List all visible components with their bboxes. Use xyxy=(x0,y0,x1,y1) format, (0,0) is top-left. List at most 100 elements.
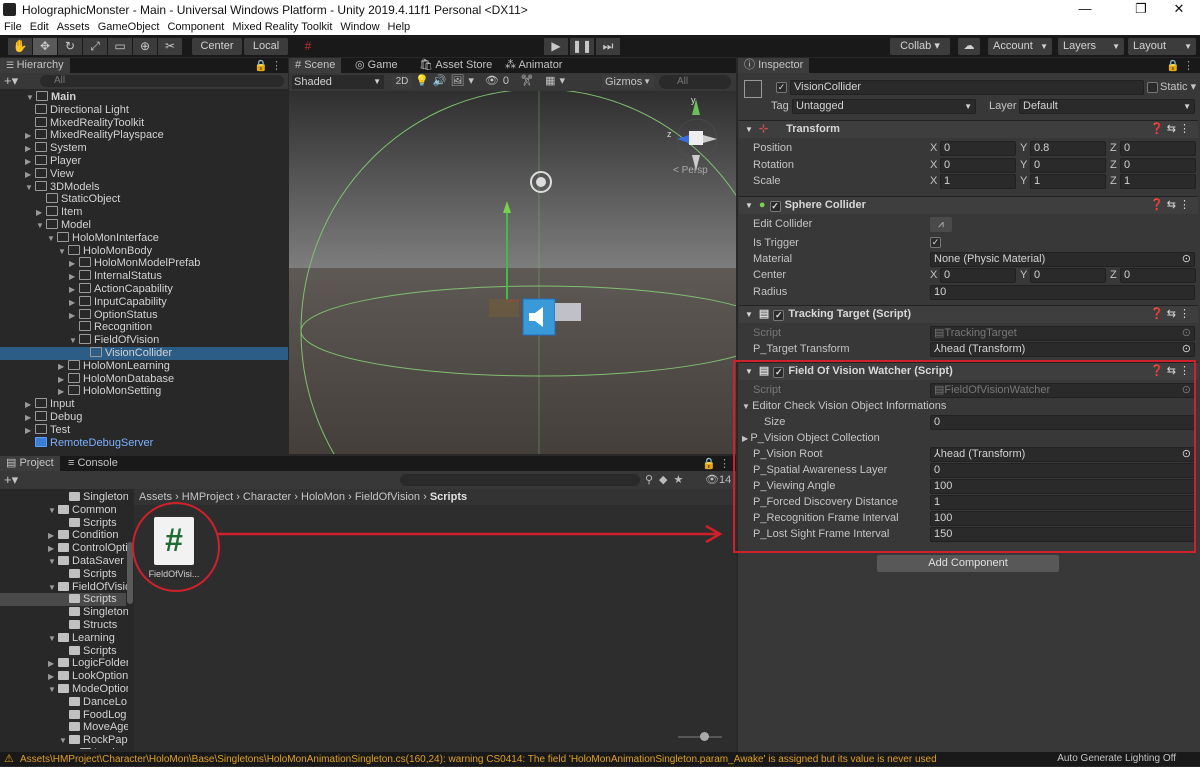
menu-window[interactable]: Window xyxy=(336,19,383,33)
hierarchy-item[interactable]: ▶ View xyxy=(0,167,288,181)
hierarchy-item[interactable]: ▶ Player xyxy=(0,155,288,168)
hierarchy-item[interactable]: ▶ OptionStatus xyxy=(0,308,288,322)
center-z-field[interactable]: 0 xyxy=(1120,268,1196,283)
hierarchy-item[interactable]: ▶ HoloMonModelPrefab xyxy=(0,257,288,270)
chevron-down-icon[interactable]: ▼ xyxy=(58,245,68,258)
menu-file[interactable]: File xyxy=(0,19,26,33)
crumb-holomon[interactable]: HoloMon xyxy=(301,491,345,503)
hierarchy-item[interactable]: ▶ System xyxy=(0,142,288,155)
chevron-right-icon[interactable]: ▶ xyxy=(69,296,79,309)
rotate-tool-icon[interactable]: ↻ xyxy=(58,38,82,55)
folder-item[interactable]: ▶ LogicFolder xyxy=(0,657,128,670)
warning-message[interactable]: Assets\HMProject\Character\HoloMon\Base\… xyxy=(17,754,937,765)
slider-thumb[interactable] xyxy=(700,732,709,741)
object-picker-icon[interactable]: ⊙ xyxy=(1182,343,1191,356)
folder-item[interactable]: MoveAge xyxy=(0,721,128,734)
scale-x-field[interactable]: 1 xyxy=(940,174,1016,189)
hierarchy-item[interactable]: ▼ Model xyxy=(0,219,288,232)
chevron-right-icon[interactable]: ▶ xyxy=(25,398,35,411)
chevron-right-icon[interactable]: ▶ xyxy=(25,411,35,424)
tab-scene[interactable]: # Scene xyxy=(289,58,342,73)
target-transform-field[interactable]: ⅄head (Transform) ⊙ xyxy=(930,342,1195,357)
folder-item[interactable]: ▶ Condition xyxy=(0,529,126,542)
chevron-icon[interactable]: ▶ xyxy=(48,542,58,555)
hierarchy-item[interactable]: ▶ ActionCapability xyxy=(0,283,288,296)
hierarchy-item[interactable]: ▶ MixedRealityPlayspace xyxy=(0,129,288,142)
chevron-right-icon[interactable]: ▶ xyxy=(69,270,79,283)
hierarchy-item[interactable]: ▼ HoloMonBody xyxy=(0,244,288,258)
folder-item[interactable]: ▶ ControlOpti xyxy=(0,542,128,555)
scale-y-field[interactable]: 1 xyxy=(1030,174,1106,189)
chevron-right-icon[interactable]: ▶ xyxy=(25,129,35,142)
hierarchy-search-input[interactable]: All xyxy=(40,75,284,87)
pivot-center-button[interactable]: Center xyxy=(192,38,242,55)
tab-hierarchy[interactable]: ☰ Hierarchy xyxy=(0,58,70,73)
kebab-menu-icon[interactable]: 🔒 ⋮ xyxy=(702,457,730,470)
folder-item[interactable]: ▼ FieldOfVisio xyxy=(0,581,128,594)
hierarchy-item[interactable]: Recognition xyxy=(0,321,288,334)
folder-item[interactable]: Scripts xyxy=(0,593,126,607)
chevron-down-icon[interactable]: ▼ xyxy=(36,219,46,232)
folder-item[interactable]: ▶ LookOption xyxy=(0,670,128,683)
sphere-collider-header[interactable]: ▼ ● ✓ Sphere Collider ❓ ⇆ ⋮ xyxy=(739,196,1198,214)
hierarchy-item[interactable]: RemoteDebugServer xyxy=(0,436,288,450)
hierarchy-item[interactable]: VisionCollider xyxy=(0,347,288,360)
hand-tool-icon[interactable]: ✋ xyxy=(8,38,32,55)
tracking-enabled-checkbox[interactable]: ✓ xyxy=(773,310,785,321)
crumb-fieldofvision[interactable]: FieldOfVision xyxy=(355,491,420,503)
scene-view-toggles[interactable]: 💡🔊🖼▾ 👁0 ✂ ▦▾ xyxy=(415,74,569,87)
position-z-field[interactable]: 0 xyxy=(1120,141,1196,156)
center-y-field[interactable]: 0 xyxy=(1030,268,1106,283)
filter-icons[interactable]: ⚲◆★ xyxy=(645,473,689,486)
folder-item[interactable]: ▼ DataSaver xyxy=(0,555,126,568)
account-dropdown[interactable]: Account ▼ xyxy=(988,38,1052,55)
play-button-icon[interactable]: ▶ xyxy=(544,38,568,55)
folder-item[interactable]: FoodLog xyxy=(0,709,126,722)
kebab-menu-icon[interactable]: 🔒 ⋮ xyxy=(254,59,282,72)
chevron-right-icon[interactable]: ▶ xyxy=(25,168,35,181)
position-x-field[interactable]: 0 xyxy=(940,141,1016,156)
toggle-2d-button[interactable]: 2D xyxy=(392,75,412,89)
folder-item[interactable]: ▼ Common xyxy=(0,504,126,517)
menu-help[interactable]: Help xyxy=(384,19,415,33)
snap-grid-icon[interactable]: # xyxy=(296,38,320,55)
rotation-y-field[interactable]: 0 xyxy=(1030,158,1106,173)
add-icon[interactable]: +▾ xyxy=(4,73,18,89)
scale-z-field[interactable]: 1 xyxy=(1120,174,1196,189)
chevron-right-icon[interactable]: ▶ xyxy=(58,385,68,398)
hierarchy-item[interactable]: ▶ HoloMonDatabase xyxy=(0,372,288,386)
tab-animator[interactable]: ⁂ Animator xyxy=(499,58,568,73)
tab-project[interactable]: ▤ Project xyxy=(0,456,60,471)
layer-dropdown[interactable]: Default ▼ xyxy=(1019,99,1195,114)
tab-console[interactable]: ≡ Console xyxy=(62,456,124,471)
folder-item[interactable]: ▼ RockPap xyxy=(0,734,128,747)
hierarchy-item[interactable]: MixedRealityToolkit xyxy=(0,116,288,130)
chevron-icon[interactable]: ▶ xyxy=(48,657,58,670)
layers-dropdown[interactable]: Layers ▼ xyxy=(1058,38,1124,55)
kebab-menu-icon[interactable]: 🔒 ⋮ xyxy=(1166,59,1194,72)
hierarchy-item[interactable]: ▼ Main xyxy=(0,91,288,104)
scene-search-input[interactable]: All xyxy=(659,75,731,89)
chevron-right-icon[interactable]: ▶ xyxy=(69,309,79,322)
chevron-icon[interactable]: ▶ xyxy=(48,529,58,542)
chevron-down-icon[interactable]: ▼ xyxy=(69,334,79,347)
hierarchy-item[interactable]: ▼ HoloMonInterface xyxy=(0,231,288,245)
crumb-hmproject[interactable]: HMProject xyxy=(182,491,233,503)
object-name-field[interactable]: VisionCollider xyxy=(790,80,1144,95)
hierarchy-item[interactable]: ▶ HoloMonSetting xyxy=(0,385,288,398)
chevron-right-icon[interactable]: ▶ xyxy=(25,424,35,437)
rotation-x-field[interactable]: 0 xyxy=(940,158,1016,173)
chevron-right-icon[interactable]: ▶ xyxy=(58,360,68,373)
folder-item[interactable]: Scripts xyxy=(0,517,126,530)
component-menu-icons[interactable]: ❓ ⇆ ⋮ xyxy=(1150,306,1190,323)
folder-item[interactable]: Singleton xyxy=(0,606,128,619)
hierarchy-item[interactable]: ▶ InputCapability xyxy=(0,295,288,309)
object-picker-icon[interactable]: ⊙ xyxy=(1182,253,1191,266)
menu-component[interactable]: Component xyxy=(163,19,228,33)
position-y-field[interactable]: 0.8 xyxy=(1030,141,1106,156)
chevron-down-icon[interactable]: ▼ xyxy=(25,181,35,194)
scale-tool-icon[interactable]: ⤢ xyxy=(83,38,107,55)
folder-item[interactable]: Singleton xyxy=(0,491,128,504)
radius-field[interactable]: 10 xyxy=(930,285,1195,300)
component-menu-icons[interactable]: ❓ ⇆ ⋮ xyxy=(1150,121,1190,138)
